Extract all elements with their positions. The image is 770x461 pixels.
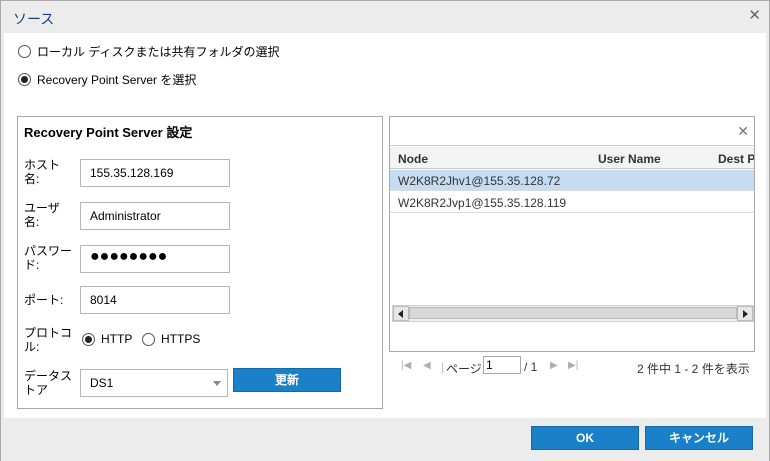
grid-header: Node User Name Dest P [390, 147, 754, 169]
column-header-node[interactable]: Node [398, 152, 428, 166]
radio-http[interactable]: HTTP [82, 332, 132, 346]
radio-button-checked-icon[interactable] [82, 332, 95, 346]
hostname-input[interactable]: 155.35.128.169 [80, 159, 230, 187]
scroll-right-icon[interactable] [737, 306, 753, 321]
table-row[interactable]: W2K8R2Jhv1@155.35.128.72 [390, 170, 754, 191]
hostname-label: ホスト名: [24, 158, 61, 186]
ok-button[interactable]: OK [531, 426, 639, 450]
port-label: ポート: [24, 293, 64, 307]
port-input[interactable]: 8014 [80, 286, 230, 314]
node-grid-panel: ✕ Node User Name Dest P W2K8R2Jhv1@155.3… [389, 116, 755, 352]
username-label: ユーザ名: [24, 201, 60, 229]
row-node: W2K8R2Jhv1@155.35.128.72 [398, 174, 561, 188]
protocol-label: プロトコル: [24, 326, 73, 354]
radio-https[interactable]: HTTPS [142, 332, 200, 346]
radio-button-icon[interactable] [18, 45, 31, 58]
first-page-icon[interactable]: |◀ [401, 360, 411, 371]
rps-settings-panel: Recovery Point Server 設定 ホスト名: 155.35.12… [17, 116, 383, 409]
chevron-down-icon[interactable] [213, 381, 221, 386]
radio-rps[interactable]: Recovery Point Server を選択 [18, 71, 196, 88]
refresh-button[interactable]: 更新 [233, 368, 341, 392]
page-number-input[interactable]: 1 [483, 356, 521, 374]
row-node: W2K8R2Jvp1@155.35.128.119 [398, 196, 567, 210]
pager-summary: 2 件中 1 - 2 件を表示 [637, 362, 750, 376]
next-page-icon[interactable]: ▶ [550, 360, 558, 371]
page-label: ページ [446, 362, 482, 376]
clear-icon[interactable]: ✕ [737, 123, 749, 140]
prev-page-icon[interactable]: ◀ [423, 360, 431, 371]
radio-https-label: HTTPS [161, 332, 201, 346]
dialog-footer: OK キャンセル [1, 419, 769, 461]
last-page-icon[interactable]: ▶| [568, 360, 578, 371]
scroll-left-icon[interactable] [393, 306, 409, 321]
radio-rps-label: Recovery Point Server を選択 [37, 73, 197, 87]
close-icon[interactable]: ✕ [748, 6, 761, 24]
table-row[interactable]: W2K8R2Jvp1@155.35.128.119 [390, 192, 754, 213]
source-dialog: ソース ✕ ローカル ディスクまたは共有フォルダの選択 Recovery Poi… [0, 0, 770, 461]
total-pages: / 1 [524, 360, 538, 374]
radio-button-icon[interactable] [142, 332, 155, 346]
radio-local-disk[interactable]: ローカル ディスクまたは共有フォルダの選択 [18, 43, 280, 60]
datastore-value: DS1 [90, 376, 114, 390]
datastore-select[interactable]: DS1 [80, 369, 228, 397]
horizontal-scrollbar[interactable] [392, 305, 754, 322]
dialog-titlebar: ソース ✕ [1, 1, 769, 33]
password-label: パスワード: [24, 244, 73, 272]
cancel-button[interactable]: キャンセル [645, 426, 753, 450]
pager-separator: | [441, 360, 445, 374]
scroll-thumb[interactable] [409, 307, 737, 319]
radio-button-checked-icon[interactable] [18, 73, 31, 86]
column-header-username[interactable]: User Name [598, 152, 661, 166]
column-header-dest[interactable]: Dest P [718, 152, 754, 166]
radio-local-disk-label: ローカル ディスクまたは共有フォルダの選択 [37, 45, 280, 59]
grid-pager: |◀ ◀ | ページ 1 / 1 ▶ ▶| 2 件中 1 - 2 件を表示 [389, 354, 755, 380]
password-input[interactable]: ●●●●●●●● [80, 245, 230, 273]
rps-settings-title: Recovery Point Server 設定 [24, 125, 193, 140]
datastore-label: データストア [24, 369, 73, 397]
dialog-content: ローカル ディスクまたは共有フォルダの選択 Recovery Point Ser… [4, 33, 766, 418]
username-input[interactable]: Administrator [80, 202, 230, 230]
radio-http-label: HTTP [101, 332, 133, 346]
dialog-title: ソース [13, 11, 55, 27]
grid-toolbar: ✕ [390, 117, 754, 146]
